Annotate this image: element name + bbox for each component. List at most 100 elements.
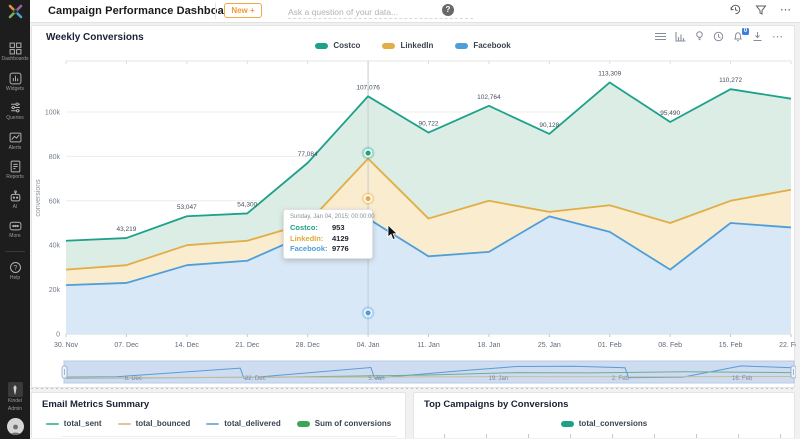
help-circle-icon[interactable]: ? bbox=[442, 4, 454, 16]
sidebar-divider bbox=[5, 251, 25, 252]
legend-item[interactable]: total_delivered bbox=[206, 419, 280, 428]
svg-text:20k: 20k bbox=[49, 287, 61, 294]
legend-marker bbox=[382, 43, 395, 49]
sidebar-item-dashboards[interactable]: Dashboards bbox=[0, 42, 30, 63]
more-icon[interactable]: ⋯ bbox=[772, 30, 784, 43]
navigator-handle-right[interactable] bbox=[791, 366, 796, 378]
axis-ticks bbox=[444, 434, 784, 438]
legend-item[interactable]: LinkedIn bbox=[382, 41, 433, 50]
widget-title: Email Metrics Summary bbox=[42, 399, 149, 410]
legend-label: Facebook bbox=[473, 41, 510, 50]
legend-item[interactable]: Facebook bbox=[455, 41, 510, 50]
legend-label: Costco bbox=[333, 41, 360, 50]
svg-text:53,047: 53,047 bbox=[177, 204, 197, 211]
dashboard-title[interactable]: Campaign Performance Dashboard bbox=[48, 5, 235, 17]
widget-title: Top Campaigns by Conversions bbox=[424, 399, 568, 410]
columns-chart-icon[interactable] bbox=[675, 32, 686, 42]
more-dots-icon bbox=[9, 219, 22, 232]
user-avatar[interactable] bbox=[7, 418, 24, 435]
legend-marker bbox=[297, 421, 310, 427]
admin-label-line1: Kindel bbox=[8, 399, 22, 405]
widgets-icon bbox=[9, 72, 22, 85]
chevron-down-icon[interactable]: ⌄ bbox=[188, 3, 196, 14]
more-icon[interactable]: ⋯ bbox=[780, 3, 792, 16]
legend-item[interactable]: total_conversions bbox=[561, 419, 647, 428]
sidebar-item-ai[interactable]: AI bbox=[0, 190, 30, 211]
email-metrics-widget: Email Metrics Summary total_sent total_bo… bbox=[31, 392, 406, 438]
funnel-download-icon[interactable] bbox=[752, 31, 763, 42]
tooltip-title: Sunday, Jan 04, 2015; 00:00:00 bbox=[290, 214, 366, 220]
sidebar-item-more[interactable]: More bbox=[0, 219, 30, 240]
top-campaigns-widget: Top Campaigns by Conversions total_conve… bbox=[413, 392, 795, 438]
svg-text:16. Feb: 16. Feb bbox=[732, 376, 753, 382]
sidebar-item-widgets[interactable]: Widgets bbox=[0, 72, 30, 93]
legend-label: total_conversions bbox=[579, 419, 647, 428]
svg-text:22. Dec: 22. Dec bbox=[245, 376, 266, 382]
svg-text:19. Jan: 19. Jan bbox=[489, 376, 509, 382]
weekly-conversions-chart[interactable]: 020k40k60k80k100kconversions30. Nov07. D… bbox=[32, 26, 796, 389]
svg-text:90,128: 90,128 bbox=[539, 122, 559, 129]
top-header: Campaign Performance Dashboard ⌄ New + ?… bbox=[30, 0, 800, 23]
history-icon[interactable] bbox=[713, 31, 724, 42]
new-button[interactable]: New + bbox=[224, 3, 262, 18]
svg-text:01. Feb: 01. Feb bbox=[598, 342, 622, 349]
legend-label: Sum of conversions bbox=[315, 419, 391, 428]
svg-text:5. Jan: 5. Jan bbox=[368, 376, 384, 382]
history-icon[interactable] bbox=[729, 3, 742, 16]
svg-text:0: 0 bbox=[56, 332, 60, 339]
weekly-conversions-widget: Weekly Conversions bbox=[31, 25, 795, 388]
svg-text:77,084: 77,084 bbox=[298, 151, 318, 158]
legend-marker bbox=[46, 423, 59, 425]
lightbulb-icon[interactable] bbox=[695, 31, 704, 42]
sidebar-item-reports[interactable]: Reports bbox=[0, 160, 30, 181]
svg-text:21. Dec: 21. Dec bbox=[235, 342, 260, 349]
legend-label: LinkedIn bbox=[400, 41, 433, 50]
svg-text:18. Jan: 18. Jan bbox=[477, 342, 500, 349]
sidebar-item-label: Queries bbox=[6, 116, 24, 122]
tooltip-row: Facebook:9776 bbox=[290, 244, 366, 253]
svg-text:28. Dec: 28. Dec bbox=[296, 342, 321, 349]
tooltip-value: 9776 bbox=[332, 244, 349, 253]
sidebar-item-label: AI bbox=[13, 205, 18, 211]
tooltip-row: LinkedIn:4129 bbox=[290, 234, 366, 243]
dashboards-icon bbox=[9, 42, 22, 55]
legend-label: total_delivered bbox=[224, 419, 280, 428]
legend-marker bbox=[455, 43, 468, 49]
svg-text:conversions: conversions bbox=[35, 179, 42, 217]
help-icon: ? bbox=[9, 261, 22, 274]
navigator-handle-left[interactable] bbox=[62, 366, 67, 378]
gridline bbox=[62, 436, 397, 437]
svg-text:22. Feb: 22. Feb bbox=[779, 342, 796, 349]
bell-icon[interactable]: 0 bbox=[733, 31, 743, 42]
admin-tie-badge[interactable] bbox=[8, 382, 23, 397]
horizontal-scroll-track[interactable] bbox=[31, 388, 795, 389]
legend-item[interactable]: total_bounced bbox=[118, 419, 191, 428]
email-legend: total_sent total_bounced total_delivered Su… bbox=[32, 419, 405, 428]
svg-text:43,219: 43,219 bbox=[116, 226, 136, 233]
legend-item[interactable]: total_sent bbox=[46, 419, 102, 428]
svg-text:102,764: 102,764 bbox=[477, 94, 501, 101]
queries-icon bbox=[9, 101, 22, 114]
sisense-logo-icon[interactable] bbox=[0, 0, 30, 22]
sidebar-item-queries[interactable]: Queries bbox=[0, 101, 30, 122]
legend-marker bbox=[561, 421, 574, 427]
legend-marker bbox=[118, 423, 131, 425]
svg-text:110,272: 110,272 bbox=[719, 77, 742, 84]
tooltip-value: 4129 bbox=[332, 234, 349, 243]
tooltip-value: 953 bbox=[332, 223, 345, 232]
tooltip-series-label: LinkedIn: bbox=[290, 234, 332, 243]
reports-icon bbox=[9, 160, 22, 173]
svg-text:2. Feb: 2. Feb bbox=[612, 376, 630, 382]
mouse-cursor bbox=[387, 225, 399, 246]
filter-icon[interactable] bbox=[755, 4, 767, 16]
sidebar-item-alerts[interactable]: Alerts bbox=[0, 131, 30, 152]
legend-item[interactable]: Costco bbox=[315, 41, 360, 50]
svg-text:40k: 40k bbox=[49, 243, 61, 250]
app-root: Dashboards Widgets Queries bbox=[0, 0, 800, 439]
svg-text:80k: 80k bbox=[49, 154, 61, 161]
menu-icon[interactable] bbox=[655, 32, 666, 41]
legend-item[interactable]: Sum of conversions bbox=[297, 419, 391, 428]
svg-text:90,722: 90,722 bbox=[419, 121, 439, 128]
svg-text:04. Jan: 04. Jan bbox=[357, 342, 380, 349]
sidebar-item-help[interactable]: ? Help bbox=[0, 261, 30, 282]
